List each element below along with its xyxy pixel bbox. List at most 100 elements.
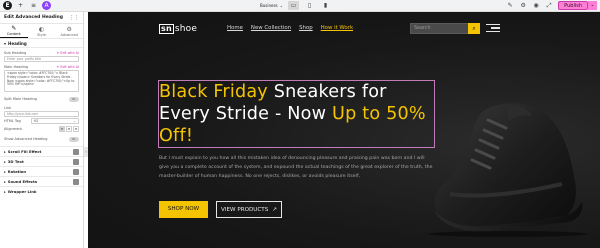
publish-options-button[interactable]: ⌄ <box>588 1 597 10</box>
hero-heading-highlight-1: Black Friday <box>159 82 268 102</box>
tab-style-label: Style <box>37 32 46 37</box>
sneaker-image <box>428 103 588 237</box>
site-logo[interactable]: sn shoe <box>159 24 197 34</box>
split-heading-row: Split Main Heading No <box>0 95 83 103</box>
chevron-down-icon: ⌄ <box>279 3 283 8</box>
align-right-icon[interactable]: ≡ <box>73 126 79 132</box>
tablet-icon[interactable]: ▯ <box>304 1 315 10</box>
preview-icon[interactable]: ◉ <box>532 1 540 10</box>
menu-item-shop[interactable]: Shop <box>299 25 313 31</box>
mobile-icon[interactable]: ▮ <box>320 1 331 10</box>
show-bg-label: Show Advanced Heading <box>4 137 48 141</box>
hamburger-menu-icon[interactable] <box>486 24 500 33</box>
section-rotation[interactable]: ▸ Rotation <box>0 166 83 176</box>
main-heading-label: Main Heading <box>4 64 29 69</box>
structure-icon[interactable]: ≡ <box>29 1 38 10</box>
section-3d-text-title: 3D Text <box>7 159 24 164</box>
sub-heading-edit-ai[interactable]: ✦ Edit with AI <box>56 51 79 55</box>
toolbar-left: E + ≡ A <box>3 1 51 10</box>
html-tag-select[interactable]: H2 ⌄ <box>31 118 79 124</box>
section-rotation-title: Rotation <box>7 169 27 174</box>
tab-content-label: Content <box>6 32 21 36</box>
editor-sidebar: Edit Advanced Heading ⋮⋮ ✎ Content ◐ Sty… <box>0 12 84 248</box>
tab-style[interactable]: ◐ Style <box>28 24 56 38</box>
editor-app: E + ≡ A Business ⌄ ▭ ▯ ▮ ✎ ⚙ ◉ ⤢ Publish … <box>0 0 600 248</box>
section-scroll-fill[interactable]: ▸ Scroll Fill Effect <box>0 146 83 156</box>
site-select[interactable]: Business ⌄ <box>260 3 283 8</box>
main-heading-edit-ai[interactable]: ✦ Edit with AI <box>56 65 79 69</box>
html-tag-value: H2 <box>34 119 39 123</box>
sidebar-tabs: ✎ Content ◐ Style ⚙ Advanced <box>0 24 83 39</box>
menu-item-new-collection[interactable]: New Collection <box>251 25 291 31</box>
show-bg-row: Show Advanced Heading No <box>0 135 83 143</box>
history-icon[interactable]: ⤢ <box>545 1 553 10</box>
html-tag-label: HTML Tag <box>4 119 21 123</box>
split-heading-toggle[interactable]: No <box>69 96 79 102</box>
top-toolbar: E + ≡ A Business ⌄ ▭ ▯ ▮ ✎ ⚙ ◉ ⤢ Publish … <box>0 0 600 12</box>
widget-badge-icon <box>73 178 79 185</box>
sneaker-upper <box>434 103 576 229</box>
menu-item-how-it-work[interactable]: How it Work <box>321 25 353 31</box>
sub-heading-label: Sub Heading <box>4 50 27 55</box>
site-select-label: Business <box>260 3 278 8</box>
align-center-icon[interactable]: ≡ <box>66 126 72 132</box>
search-icon[interactable]: ⌕ <box>468 23 480 34</box>
ai-icon[interactable]: A <box>42 1 51 10</box>
sidebar-header: Edit Advanced Heading ⋮⋮ <box>0 12 83 24</box>
arrow-up-right-icon: ↗ <box>272 206 277 213</box>
shop-now-button[interactable]: SHOP NOW <box>159 201 208 218</box>
link-field: Link http://your-link.com <box>0 103 83 117</box>
caret-right-icon: ▸ <box>4 159 6 164</box>
site-navbar: sn shoe Home New Collection Shop How it W… <box>88 12 600 46</box>
section-heading[interactable]: ▾ Heading <box>0 39 83 48</box>
site-menu: Home New Collection Shop How it Work <box>227 25 353 31</box>
publish-button[interactable]: Publish <box>558 1 588 10</box>
pencil-icon: ✎ <box>11 25 17 32</box>
site-logo-text: shoe <box>174 24 198 34</box>
sidebar-title: Edit Advanced Heading <box>4 15 63 20</box>
view-products-label: VIEW PRODUCTS <box>221 206 269 213</box>
add-element-icon[interactable]: + <box>16 1 25 10</box>
caret-right-icon: ▸ <box>4 149 6 154</box>
elementor-logo-icon[interactable]: E <box>3 1 12 10</box>
section-scroll-fill-title: Scroll Fill Effect <box>7 149 42 154</box>
html-tag-row: HTML Tag H2 ⌄ <box>0 117 83 125</box>
tab-content[interactable]: ✎ Content <box>0 24 28 38</box>
view-products-button[interactable]: VIEW PRODUCTS ↗ <box>216 201 282 218</box>
alignment-row: Alignment ≡ ≡ ≡ <box>0 125 83 133</box>
grid-icon[interactable]: ⋮⋮ <box>69 15 79 21</box>
main-heading-textarea[interactable]: <span style="color: #FFC700;"> Black Fri… <box>4 70 79 92</box>
settings-icon[interactable]: ⚙ <box>519 1 527 10</box>
tab-advanced[interactable]: ⚙ Advanced <box>55 24 83 38</box>
show-bg-toggle[interactable]: No <box>69 136 79 142</box>
half-circle-icon: ◐ <box>38 25 45 33</box>
tab-advanced-label: Advanced <box>60 32 78 37</box>
toolbar-right: ✎ ⚙ ◉ ⤢ Publish ⌄ <box>506 1 597 10</box>
publish-group: Publish ⌄ <box>558 1 597 10</box>
site-logo-mark: sn <box>159 24 174 34</box>
section-wrapper-link-title: Wrapper Link <box>7 189 37 194</box>
caret-down-icon: ▾ <box>4 40 7 46</box>
caret-right-icon: ▸ <box>4 179 6 184</box>
preview-canvas: sn shoe Home New Collection Shop How it W… <box>88 12 600 248</box>
section-wrapper-link[interactable]: ▸ Wrapper Link <box>0 186 83 196</box>
section-3d-text[interactable]: ▸ 3D Text <box>0 156 83 166</box>
caret-right-icon: ▸ <box>4 169 6 174</box>
site-search[interactable]: Search ⌕ <box>410 23 480 34</box>
menu-item-home[interactable]: Home <box>227 25 243 31</box>
toolbar-center: Business ⌄ ▭ ▯ ▮ <box>260 1 331 10</box>
widget-badge-icon <box>73 158 79 165</box>
link-label: Link <box>4 105 12 110</box>
sub-heading-field: Sub Heading ✦ Edit with AI Enter your pre… <box>0 48 83 62</box>
desktop-icon[interactable]: ▭ <box>288 1 299 10</box>
gear-icon: ⚙ <box>66 25 72 33</box>
chevron-down-icon: ⌄ <box>73 119 76 123</box>
section-sound-effects[interactable]: ▸ Sound Effects <box>0 176 83 186</box>
search-input[interactable]: Search <box>414 26 430 31</box>
ai-magic-icon[interactable]: ✎ <box>506 1 514 10</box>
widget-badge-icon <box>73 168 79 175</box>
widget-badge-icon <box>73 148 79 155</box>
section-heading-title: Heading <box>8 40 27 46</box>
sneaker-shadow <box>428 231 588 237</box>
align-left-icon[interactable]: ≡ <box>59 126 65 132</box>
